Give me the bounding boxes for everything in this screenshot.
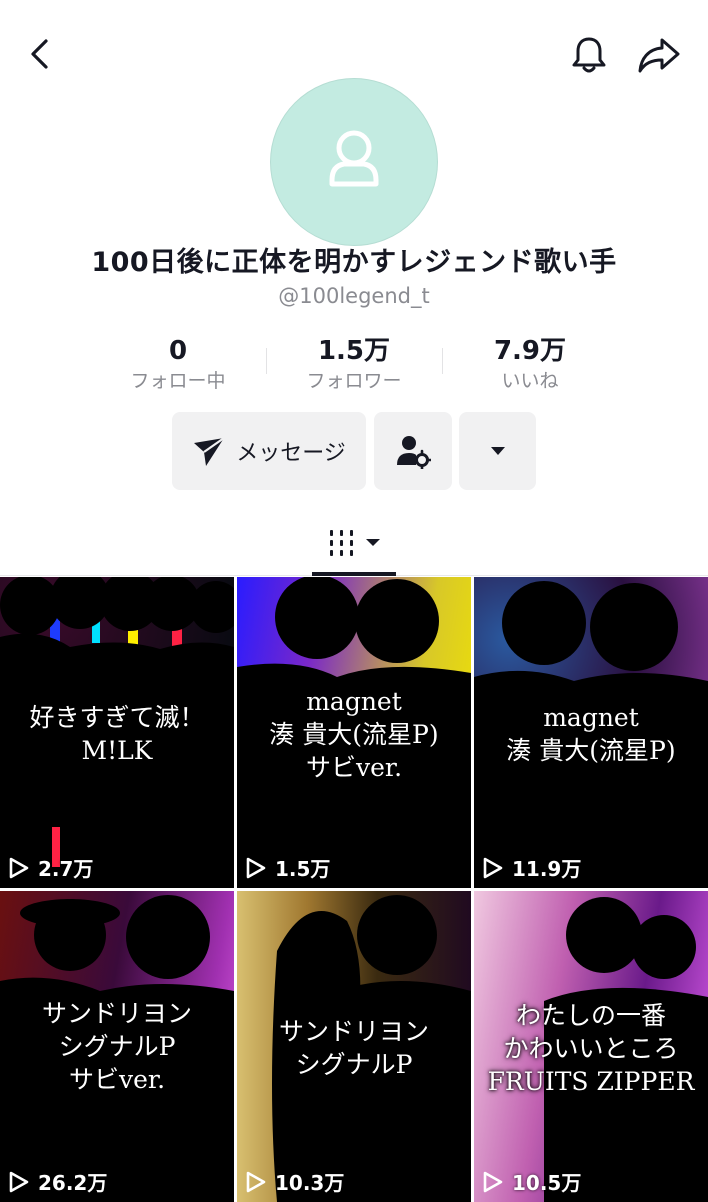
- following-count: 0: [168, 336, 188, 366]
- view-count: 26.2万: [8, 1167, 107, 1196]
- video-caption: わたしの一番 かわいいところ FRUITS ZIPPER: [487, 1001, 695, 1096]
- video-tile[interactable]: magnet 湊 貴大(流星P) サビver. 1.5万: [237, 577, 471, 888]
- view-count-value: 1.5万: [275, 857, 331, 881]
- view-count: 11.9万: [482, 853, 581, 882]
- play-icon: [9, 1171, 29, 1192]
- stat-followers[interactable]: 1.5万 フォロワー: [274, 336, 434, 394]
- active-tab-indicator: [312, 572, 396, 576]
- notification-bell-button[interactable]: [568, 34, 610, 76]
- username: @100legend_t: [278, 284, 430, 308]
- video-tile[interactable]: わたしの一番 かわいいところ FRUITS ZIPPER 10.5万: [474, 891, 708, 1202]
- video-caption: magnet 湊 貴大(流星P): [506, 703, 676, 765]
- followers-count: 1.5万: [317, 336, 391, 366]
- view-count-value: 2.7万: [38, 857, 94, 881]
- more-options-button[interactable]: [459, 412, 536, 490]
- stat-likes[interactable]: 7.9万 いいね: [450, 336, 610, 394]
- view-count: 2.7万: [8, 853, 93, 882]
- view-count-value: 11.9万: [512, 857, 582, 881]
- likes-label: いいね: [501, 370, 559, 392]
- video-tile[interactable]: 好きすぎて滅！ M!LK 2.7万: [0, 577, 234, 888]
- share-button[interactable]: [636, 34, 682, 76]
- view-count-value: 10.5万: [512, 1171, 582, 1195]
- display-name: 100日後に正体を明かすレジェンド歌い手: [91, 247, 617, 278]
- avatar[interactable]: [270, 78, 438, 246]
- video-grid: 好きすぎて滅！ M!LK 2.7万 magnet 湊 貴大(流星P) サビver…: [0, 577, 708, 1202]
- video-caption: サンドリヨン シグナルP サビver.: [41, 999, 192, 1094]
- user-gear-icon: [397, 436, 431, 469]
- view-count: 1.5万: [245, 853, 330, 882]
- video-tile[interactable]: magnet 湊 貴大(流星P) 11.9万: [474, 577, 708, 888]
- friend-settings-button[interactable]: [374, 412, 452, 490]
- play-icon: [9, 857, 29, 878]
- message-button[interactable]: メッセージ: [172, 412, 366, 490]
- paper-plane-icon: [194, 437, 225, 466]
- share-arrow-icon: [638, 38, 680, 73]
- play-icon: [483, 1171, 503, 1192]
- video-caption: 好きすぎて滅！ M!LK: [29, 703, 205, 765]
- message-button-label: メッセージ: [236, 441, 346, 466]
- caret-down-icon: [490, 447, 505, 455]
- view-count-value: 10.3万: [275, 1171, 345, 1195]
- video-tile[interactable]: サンドリヨン シグナルP サビver. 26.2万: [0, 891, 234, 1202]
- chevron-left-icon: [31, 39, 48, 69]
- view-count: 10.5万: [482, 1167, 581, 1196]
- play-icon: [246, 1171, 266, 1192]
- back-button[interactable]: [22, 36, 58, 72]
- following-label: フォロー中: [130, 370, 226, 392]
- likes-count: 7.9万: [493, 336, 567, 366]
- stat-divider: [266, 348, 267, 374]
- default-user-icon: [329, 130, 379, 187]
- grid-bars-icon: [330, 530, 380, 556]
- stat-following[interactable]: 0 フォロー中: [98, 336, 258, 394]
- video-tile[interactable]: サンドリヨン シグナルP 10.3万: [237, 891, 471, 1202]
- view-count: 10.3万: [245, 1167, 344, 1196]
- followers-label: フォロワー: [306, 370, 402, 392]
- video-caption: サンドリヨン シグナルP: [278, 1017, 429, 1079]
- stat-divider: [442, 348, 443, 374]
- play-icon: [483, 857, 503, 878]
- view-count-value: 26.2万: [38, 1171, 108, 1195]
- play-icon: [246, 857, 266, 878]
- video-caption: magnet 湊 貴大(流星P) サビver.: [269, 687, 439, 782]
- videos-grid-tab[interactable]: [326, 526, 386, 562]
- bell-icon: [572, 37, 606, 73]
